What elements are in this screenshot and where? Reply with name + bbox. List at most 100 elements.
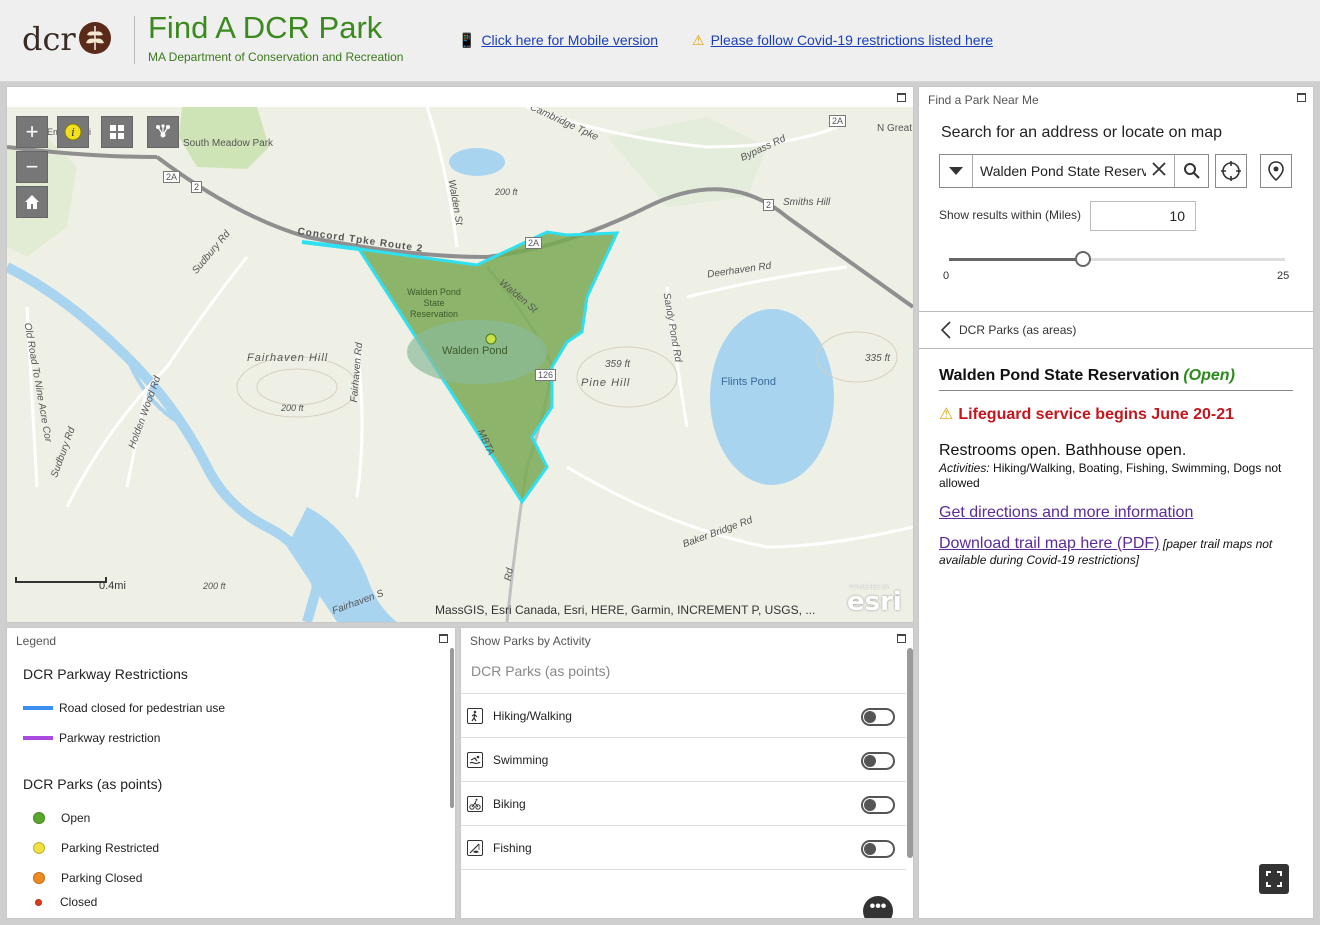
search-source-dropdown[interactable] <box>940 155 973 187</box>
maximize-map-button[interactable] <box>897 93 906 102</box>
search-input[interactable] <box>980 155 1146 187</box>
activity-label: Swimming <box>493 753 549 767</box>
panel-title: Find a Park Near Me <box>928 93 1039 107</box>
network-icon <box>156 124 170 138</box>
mobile-version-link[interactable]: 📱 Click here for Mobile version <box>458 32 658 49</box>
park-status: (Open) <box>1183 367 1235 384</box>
trail-map-link[interactable]: Download trail map here (PDF) <box>939 535 1160 552</box>
logo-text: dcr <box>22 20 76 58</box>
maximize-activity-button[interactable] <box>897 634 906 643</box>
toggle-knob <box>864 843 876 855</box>
radius-input[interactable] <box>1090 201 1196 231</box>
legend-dot <box>33 812 45 824</box>
toggle-knob <box>864 755 876 767</box>
map-label: Smiths Hill <box>783 197 831 208</box>
activity-row-biking: Biking <box>461 782 906 826</box>
legend-label: Parking Closed <box>61 871 143 885</box>
activities-label: Activities: <box>939 461 990 475</box>
map-label: Pine Hill <box>581 377 631 389</box>
map-label: N Great <box>877 123 913 134</box>
panel-title: Legend <box>16 634 57 648</box>
map-view[interactable]: South Meadow Park Eme Hospi Cambridge Tp… <box>7 107 913 622</box>
clear-search-button[interactable] <box>1148 160 1170 182</box>
biking-toggle[interactable] <box>861 796 895 814</box>
park-alert-text: Lifeguard service begins June 20-21 <box>958 406 1235 423</box>
info-icon: i <box>64 123 82 141</box>
dcr-logo[interactable]: dcr <box>22 18 114 62</box>
legend-item: Parkway restriction <box>23 731 160 745</box>
info-button[interactable]: i <box>57 116 89 148</box>
svg-text:i: i <box>71 126 75 139</box>
fishing-toggle[interactable] <box>861 840 895 858</box>
legend-dot <box>35 898 42 906</box>
map-label: 359 ft <box>605 359 631 370</box>
activity-layer-heading: DCR Parks (as points) <box>471 663 611 679</box>
app-header: dcr Find A DCR Park MA Department of Con… <box>0 0 1320 82</box>
legend-scrollbar[interactable] <box>450 648 454 808</box>
more-options-button[interactable]: ••• <box>863 896 893 918</box>
legend-heading: DCR Parkway Restrictions <box>23 666 188 682</box>
legend-label: Open <box>61 811 91 825</box>
covid-restrictions-link[interactable]: ⚠ Please follow Covid-19 restrictions lis… <box>692 32 993 49</box>
park-name-text: Walden Pond State Reservation <box>939 367 1180 384</box>
maximize-find-panel-button[interactable] <box>1297 93 1306 102</box>
activity-filter-panel: Show Parks by Activity DCR Parks (as poi… <box>460 627 914 919</box>
search-icon <box>1183 163 1200 179</box>
swimming-icon <box>467 752 483 768</box>
route-shield: 2A <box>525 237 543 249</box>
park-activities: Activities: Hiking/Walking, Boating, Fis… <box>939 461 1299 491</box>
search-button[interactable] <box>1174 155 1208 187</box>
route-shield: 126 <box>535 369 557 381</box>
activity-label: Biking <box>493 797 526 811</box>
legend-item: Parking Restricted <box>23 841 159 855</box>
legend-dot <box>33 872 45 884</box>
park-alert: ⚠ Lifeguard service begins June 20-21 <box>939 404 1234 424</box>
legend-item: Parking Closed <box>23 871 142 885</box>
route-shield: 2 <box>191 181 203 193</box>
map-label: 200 ft <box>495 187 518 197</box>
fullscreen-button[interactable] <box>1259 864 1289 894</box>
toggle-knob <box>864 711 876 723</box>
app-subtitle: MA Department of Conservation and Recrea… <box>148 50 404 64</box>
swimming-toggle[interactable] <box>861 752 895 770</box>
map-attribution[interactable]: MassGIS, Esri Canada, Esri, HERE, Garmin… <box>435 603 815 617</box>
map-label: Walden Pond <box>442 345 508 357</box>
radius-slider[interactable] <box>949 251 1285 267</box>
share-button[interactable] <box>147 116 179 148</box>
legend-heading: DCR Parks (as points) <box>23 776 163 792</box>
layer-navigation[interactable]: DCR Parks (as areas) <box>919 311 1313 349</box>
directions-link[interactable]: Get directions and more information <box>939 504 1193 522</box>
park-name: Walden Pond State Reservation (Open) <box>939 367 1235 385</box>
locate-me-button[interactable] <box>1215 154 1247 188</box>
warning-icon: ⚠ <box>939 406 954 423</box>
park-facilities: Restrooms open. Bathhouse open. <box>939 442 1187 459</box>
esri-logo[interactable]: esri <box>847 587 902 617</box>
header-divider <box>134 16 135 64</box>
activity-scrollbar[interactable] <box>907 648 913 858</box>
legend-swatch <box>23 706 53 710</box>
map-pin-icon <box>1268 161 1284 182</box>
app-title: Find A DCR Park <box>148 10 383 45</box>
chevron-left-icon[interactable] <box>937 320 957 340</box>
zoom-in-button[interactable]: + <box>16 116 48 148</box>
activity-label: Fishing <box>493 841 532 855</box>
map-label: South Meadow Park <box>183 138 274 149</box>
legend-item: Open <box>23 811 90 825</box>
route-shield: 2A <box>829 115 847 127</box>
trail-map-block: Download trail map here (PDF) [paper tra… <box>939 536 1299 568</box>
basemap <box>7 107 913 622</box>
basemap-gallery-button[interactable] <box>101 116 133 148</box>
legend-swatch <box>23 736 53 740</box>
find-park-panel: Find a Park Near Me Search for an addres… <box>918 86 1314 919</box>
slider-handle[interactable] <box>1075 251 1092 267</box>
map-label: Rd <box>502 567 516 582</box>
crosshair-icon <box>1221 161 1241 181</box>
maximize-legend-button[interactable] <box>439 634 448 643</box>
search-box <box>939 154 1209 188</box>
legend-label: Closed <box>60 895 98 909</box>
pick-on-map-button[interactable] <box>1260 154 1292 188</box>
zoom-out-button[interactable]: − <box>16 151 48 183</box>
hiking-toggle[interactable] <box>861 708 895 726</box>
legend-dot <box>33 842 45 854</box>
home-button[interactable] <box>16 186 48 218</box>
